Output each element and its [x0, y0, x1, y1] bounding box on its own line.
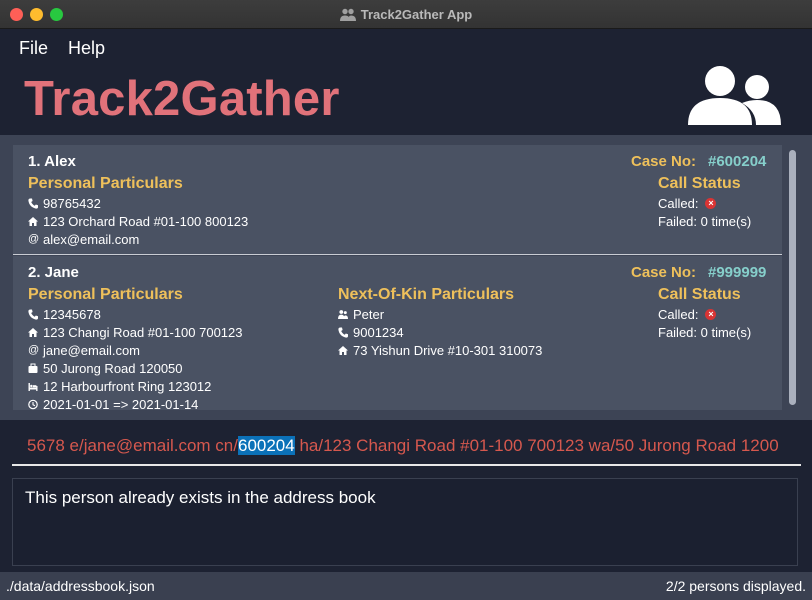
work-address-row: 50 Jurong Road 120050: [28, 361, 183, 376]
people-logo-icon: [688, 66, 781, 125]
home-address-row: 123 Orchard Road #01-100 800123: [28, 214, 248, 229]
home-icon: [28, 328, 38, 337]
called-row: Called: ×: [658, 307, 717, 322]
not-called-icon: ×: [705, 309, 717, 320]
failed-calls-text: Failed: 0 time(s): [658, 214, 752, 229]
case-number-label: Case No:: [631, 264, 697, 281]
person-card[interactable]: 1. Alex Case No: #600204 Personal Partic…: [13, 145, 782, 255]
menu-bar: File Help: [0, 29, 812, 65]
called-label: Called:: [658, 196, 699, 211]
person-card[interactable]: 2. Jane Case No: #999999 Personal Partic…: [13, 256, 782, 410]
home-address-text: 123 Changi Road #01-100 700123: [43, 325, 243, 340]
command-text-after: ha/123 Changi Road #01-100 700123 wa/50 …: [294, 436, 779, 455]
home-address-row: 123 Changi Road #01-100 700123: [28, 325, 243, 340]
command-area: 5678 e/jane@email.com cn/600204 ha/123 C…: [0, 420, 812, 472]
kin-address-text: 73 Yishun Drive #10-301 310073: [353, 343, 543, 358]
quarantine-address-text: 12 Harbourfront Ring 123012: [43, 379, 212, 394]
command-text-before: 5678 e/jane@email.com cn/: [27, 436, 238, 455]
work-address-text: 50 Jurong Road 120050: [43, 361, 183, 376]
personal-particulars-heading: Personal Particulars: [28, 175, 183, 192]
menu-help[interactable]: Help: [68, 38, 105, 59]
email-row: @ alex@email.com: [28, 232, 139, 247]
window-title: Track2Gather App: [0, 0, 812, 29]
next-of-kin-heading: Next-Of-Kin Particulars: [338, 286, 515, 303]
case-number-value: #999999: [708, 264, 767, 281]
save-file-path: ./data/addressbook.json: [6, 578, 155, 594]
shn-period-row: 2021-01-01 => 2021-01-14: [28, 397, 198, 410]
kin-phone-row: 9001234: [338, 325, 404, 340]
case-number-value: #600204: [708, 153, 767, 170]
command-text-selected: 600204: [237, 436, 295, 455]
person-name: 2. Jane: [28, 264, 79, 281]
shn-period-text: 2021-01-01 => 2021-01-14: [43, 397, 199, 410]
kin-address-row: 73 Yishun Drive #10-301 310073: [338, 343, 542, 358]
at-sign-icon: @: [28, 233, 40, 245]
failed-calls-row: Failed: 0 time(s): [658, 214, 751, 229]
window-title-text: Track2Gather App: [360, 7, 473, 22]
result-display[interactable]: This person already exists in the addres…: [12, 478, 798, 566]
email-text: alex@email.com: [43, 232, 140, 247]
window-titlebar: Track2Gather App: [0, 0, 812, 29]
email-text: jane@email.com: [43, 343, 141, 358]
phone-text: 98765432: [43, 196, 101, 211]
kin-name-row: Peter: [338, 307, 384, 322]
phone-text: 12345678: [43, 307, 101, 322]
case-number-label: Case No:: [631, 153, 697, 170]
phone-icon: [338, 327, 348, 338]
failed-calls-text: Failed: 0 time(s): [658, 325, 752, 340]
persons-count: 2/2 persons displayed.: [665, 578, 806, 594]
call-status-heading: Call Status: [658, 175, 741, 192]
person-list: 1. Alex Case No: #600204 Personal Partic…: [0, 135, 812, 420]
command-input[interactable]: 5678 e/jane@email.com cn/600204 ha/123 C…: [12, 426, 801, 466]
home-address-text: 123 Orchard Road #01-100 800123: [43, 214, 249, 229]
home-icon: [338, 346, 348, 355]
people-icon: [338, 310, 348, 319]
kin-phone-text: 9001234: [353, 325, 404, 340]
app-header: Track2Gather: [0, 65, 812, 135]
phone-icon: [28, 309, 38, 320]
clock-icon: [28, 399, 38, 410]
bed-icon: [28, 383, 38, 391]
phone-icon: [28, 198, 38, 209]
call-status-heading: Call Status: [658, 286, 741, 303]
personal-particulars-heading: Personal Particulars: [28, 286, 183, 303]
person-name: 1. Alex: [28, 153, 76, 170]
not-called-icon: ×: [705, 198, 717, 209]
app-name-heading: Track2Gather: [24, 72, 340, 126]
people-icon: [339, 8, 356, 21]
failed-calls-row: Failed: 0 time(s): [658, 325, 751, 340]
kin-name-text: Peter: [353, 307, 385, 322]
called-label: Called:: [658, 307, 699, 322]
quarantine-address-row: 12 Harbourfront Ring 123012: [28, 379, 211, 394]
email-row: @ jane@email.com: [28, 343, 140, 358]
result-message: This person already exists in the addres…: [25, 488, 376, 507]
status-bar: ./data/addressbook.json 2/2 persons disp…: [0, 572, 812, 600]
menu-file[interactable]: File: [19, 38, 48, 59]
phone-row: 12345678: [28, 307, 101, 322]
home-icon: [28, 217, 38, 226]
phone-row: 98765432: [28, 196, 101, 211]
list-scrollbar[interactable]: [789, 150, 796, 405]
at-sign-icon: @: [28, 344, 40, 356]
command-text: 5678 e/jane@email.com cn/600204 ha/123 C…: [27, 436, 779, 456]
called-row: Called: ×: [658, 196, 717, 211]
briefcase-icon: [28, 363, 38, 373]
